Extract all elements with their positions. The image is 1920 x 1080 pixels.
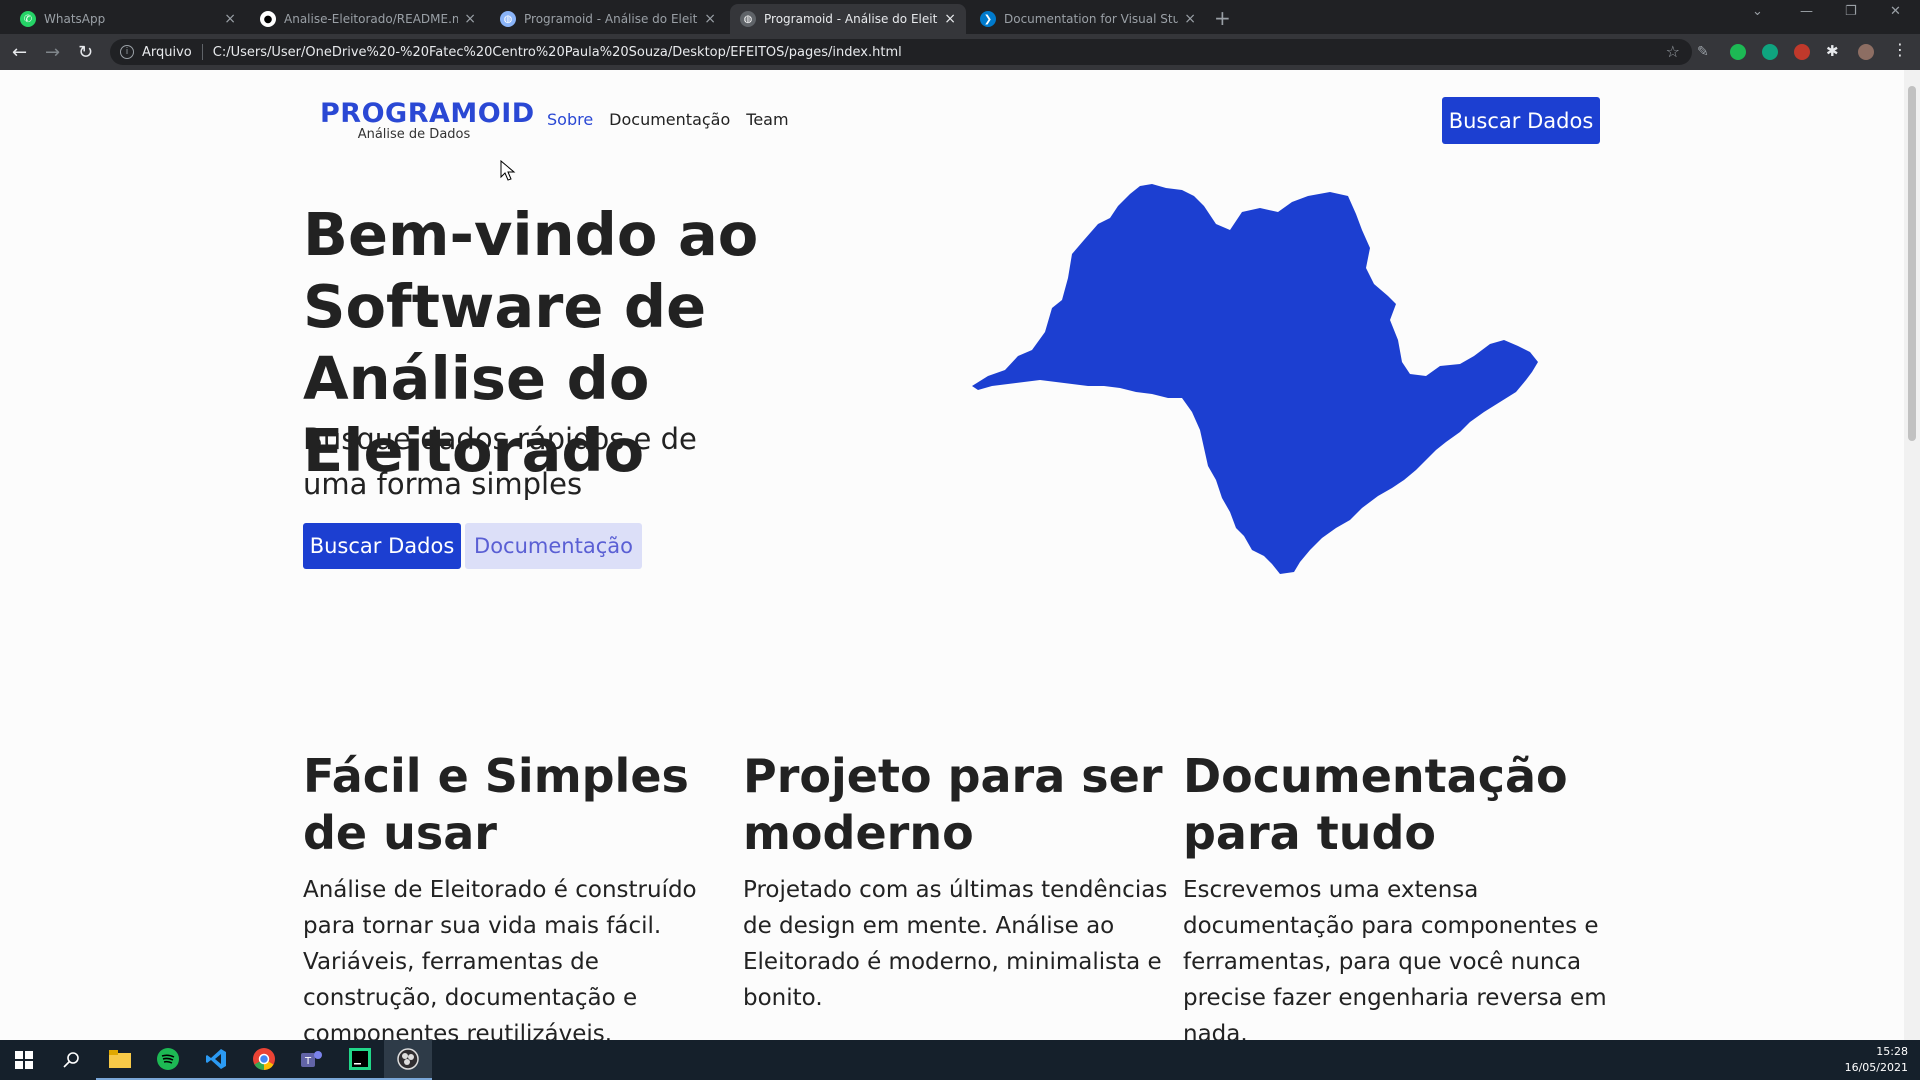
bookmark-star-icon[interactable]: ☆ — [1666, 42, 1680, 61]
vscode-icon[interactable] — [192, 1040, 240, 1080]
tab-github[interactable]: ● Analise-Eleitorado/README.md × — [250, 4, 486, 34]
brand-logo[interactable]: PROGRAMOID Análise de Dados — [320, 98, 535, 142]
tab-label: Programoid - Análise do Eleitora — [764, 12, 939, 26]
tab-search-icon[interactable]: ⌄ — [1752, 4, 1763, 19]
back-icon[interactable]: ← — [12, 42, 27, 63]
nav-link-documentacao[interactable]: Documentação — [609, 110, 730, 129]
tab-label: Documentation for Visual Studio — [1004, 12, 1179, 26]
menu-kebab-icon[interactable]: ⋮ — [1892, 40, 1908, 59]
profile-avatar[interactable] — [1858, 44, 1874, 60]
ublock-icon[interactable] — [1794, 44, 1810, 60]
github-icon: ● — [260, 11, 276, 27]
reload-icon[interactable]: ↻ — [78, 42, 93, 63]
page-viewport: PROGRAMOID Análise de Dados Sobre Docume… — [0, 70, 1904, 1040]
tab-label: WhatsApp — [44, 12, 106, 26]
new-tab-button[interactable]: + — [1214, 6, 1231, 30]
maximize-icon[interactable]: ❐ — [1845, 4, 1857, 19]
feature-title: Documentação para tudo — [1183, 749, 1568, 860]
globe-icon: ◍ — [500, 11, 516, 27]
feature-title: Projeto para ser moderno — [743, 749, 1163, 860]
sao-paulo-map-illustration — [972, 184, 1538, 574]
windows-taskbar: T 15:28 16/05/2021 — [0, 1040, 1920, 1080]
close-icon[interactable]: × — [464, 11, 476, 27]
clock-time: 15:28 — [1876, 1045, 1908, 1058]
info-icon[interactable]: i — [120, 45, 134, 59]
hero-documentacao-button[interactable]: Documentação — [465, 523, 642, 569]
spotify-icon[interactable] — [144, 1040, 192, 1080]
brand-subtitle: Análise de Dados — [357, 127, 471, 142]
tab-vscode-docs[interactable]: ❯ Documentation for Visual Studio × — [970, 4, 1206, 34]
window-close-icon[interactable]: ✕ — [1890, 4, 1901, 19]
browser-toolbar: ← → ↻ i Arquivo C:/Users/User/OneDrive%2… — [0, 34, 1920, 70]
system-clock[interactable]: 15:28 16/05/2021 — [1845, 1044, 1908, 1076]
feature-body: Escrevemos uma extensa documentação para… — [1183, 877, 1607, 1040]
windows-start-icon[interactable] — [0, 1040, 48, 1080]
search-icon[interactable] — [48, 1040, 96, 1080]
divider — [201, 44, 203, 60]
url-text[interactable]: C:/Users/User/OneDrive%20-%20Fatec%20Cen… — [213, 45, 902, 60]
tab-programoid-1[interactable]: ◍ Programoid - Análise do Eleitora × — [490, 4, 726, 34]
tab-whatsapp[interactable]: ✆ WhatsApp × — [10, 4, 246, 34]
tab-programoid-active[interactable]: ◍ Programoid - Análise do Eleitora × — [730, 4, 966, 34]
security-label: Arquivo — [142, 44, 192, 60]
puzzle-extensions-icon[interactable]: ✱ — [1826, 42, 1842, 60]
pen-extension-icon[interactable]: ✎ — [1697, 44, 1713, 60]
obs-icon[interactable] — [384, 1040, 432, 1080]
minimize-icon[interactable]: — — [1800, 4, 1813, 19]
close-icon[interactable]: × — [1184, 11, 1196, 27]
tab-label: Programoid - Análise do Eleitora — [524, 12, 699, 26]
close-icon[interactable]: × — [944, 11, 956, 27]
clock-date: 16/05/2021 — [1844, 1061, 1908, 1074]
chrome-icon[interactable] — [240, 1040, 288, 1080]
page-scrollbar[interactable] — [1904, 70, 1920, 1040]
globe-icon: ◍ — [740, 11, 756, 27]
file-explorer-icon[interactable] — [96, 1040, 144, 1080]
hero-buscar-dados-button[interactable]: Buscar Dados — [303, 523, 461, 569]
browser-tab-strip: ✆ WhatsApp × ● Analise-Eleitorado/README… — [0, 0, 1920, 34]
feature-card-modern: Projeto para ser moderno Projetado com a… — [743, 748, 1173, 1016]
vscode-icon: ❯ — [980, 11, 996, 27]
hero-subtitle: Busque dados rápidos e de uma forma simp… — [303, 422, 697, 501]
teams-icon[interactable]: T — [288, 1040, 336, 1080]
close-icon[interactable]: × — [224, 11, 236, 27]
brand-name: PROGRAMOID — [320, 98, 535, 129]
forward-icon[interactable]: → — [45, 42, 60, 63]
mouse-cursor-icon — [500, 160, 516, 181]
nav-link-sobre[interactable]: Sobre — [547, 110, 593, 129]
extension-green-icon[interactable] — [1730, 44, 1746, 60]
feature-card-easy: Fácil e Simples de usar Análise de Eleit… — [303, 748, 733, 1040]
feature-body: Análise de Eleitorado é construído para … — [303, 877, 697, 1040]
svg-text:T: T — [304, 1056, 312, 1067]
extension-m-icon[interactable] — [1762, 44, 1778, 60]
close-icon[interactable]: × — [704, 11, 716, 27]
feature-body: Projetado com as últimas tendências de d… — [743, 877, 1168, 1011]
tab-label: Analise-Eleitorado/README.md — [284, 12, 459, 26]
pycharm-icon[interactable] — [336, 1040, 384, 1080]
nav-link-team[interactable]: Team — [746, 110, 788, 129]
sao-paulo-state-shape — [972, 184, 1538, 574]
feature-title: Fácil e Simples de usar — [303, 749, 689, 860]
nav-buscar-dados-button[interactable]: Buscar Dados — [1442, 97, 1600, 144]
address-bar[interactable]: i Arquivo C:/Users/User/OneDrive%20-%20F… — [110, 39, 1692, 65]
feature-card-docs: Documentação para tudo Escrevemos uma ex… — [1183, 748, 1613, 1040]
scrollbar-thumb[interactable] — [1908, 86, 1916, 441]
whatsapp-icon: ✆ — [20, 11, 36, 27]
main-nav: Sobre Documentação Team — [547, 110, 789, 129]
